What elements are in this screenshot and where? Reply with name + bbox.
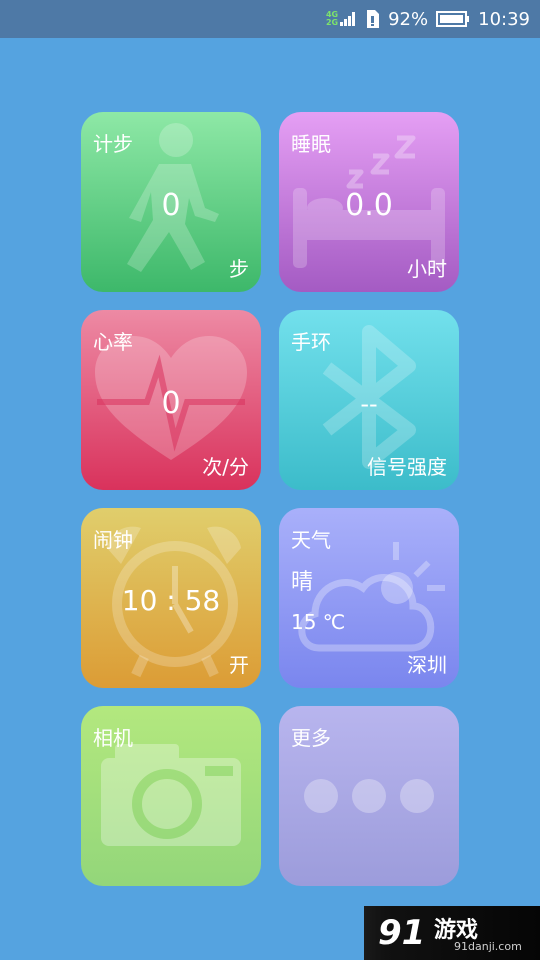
band-value: --	[360, 390, 378, 418]
site-logo-icon: 91	[378, 913, 425, 952]
battery-percent: 92%	[388, 8, 429, 30]
sleep-unit: 小时	[407, 257, 447, 281]
svg-text:91: 91	[378, 913, 425, 952]
camera-title: 相机	[93, 726, 133, 750]
band-signal-label: 信号强度	[367, 455, 447, 479]
alarm-title: 闹钟	[93, 528, 133, 552]
watermark-url: 91danji.com	[454, 940, 522, 953]
sleep-title: 睡眠	[291, 132, 331, 156]
alarm-status: 开	[229, 653, 249, 677]
more-tile[interactable]: 更多	[279, 706, 459, 886]
heart-rate-title: 心率	[93, 330, 133, 354]
steps-title: 计步	[93, 132, 133, 156]
status-bar: 4G 2G 92% 10:39	[0, 0, 540, 38]
camera-tile[interactable]: 相机	[81, 706, 261, 886]
alarm-tile[interactable]: 闹钟 10 : 58 开	[81, 508, 261, 688]
weather-city: 深圳	[407, 653, 447, 677]
sleep-tile[interactable]: 睡眠 0.0 小时	[279, 112, 459, 292]
weather-condition: 晴	[291, 570, 314, 595]
more-title: 更多	[291, 726, 331, 750]
network-type-bottom: 2G	[325, 18, 339, 27]
sleep-value: 0.0	[345, 188, 393, 223]
band-tile[interactable]: 手环 -- 信号强度	[279, 310, 459, 490]
heart-rate-value: 0	[161, 386, 181, 421]
weather-title: 天气	[291, 528, 331, 552]
signal-icon	[340, 12, 356, 26]
weather-tile[interactable]: 天气 晴 15 ℃ 深圳	[279, 508, 459, 688]
watermark-banner: 91 游戏 91danji.com	[364, 906, 540, 960]
sim-card-icon	[364, 9, 380, 29]
weather-temperature: 15 ℃	[291, 610, 346, 634]
band-title: 手环	[291, 330, 331, 354]
battery-icon	[436, 10, 470, 28]
alarm-time: 10 : 58	[121, 584, 221, 617]
heart-rate-tile[interactable]: 心率 0 次/分	[81, 310, 261, 490]
heart-rate-unit: 次/分	[202, 455, 249, 479]
clock-time: 10:39	[478, 8, 530, 30]
steps-tile[interactable]: 计步 0 步	[81, 112, 261, 292]
steps-unit: 步	[229, 257, 249, 281]
network-indicator: 4G 2G	[326, 11, 356, 27]
steps-value: 0	[161, 188, 181, 223]
